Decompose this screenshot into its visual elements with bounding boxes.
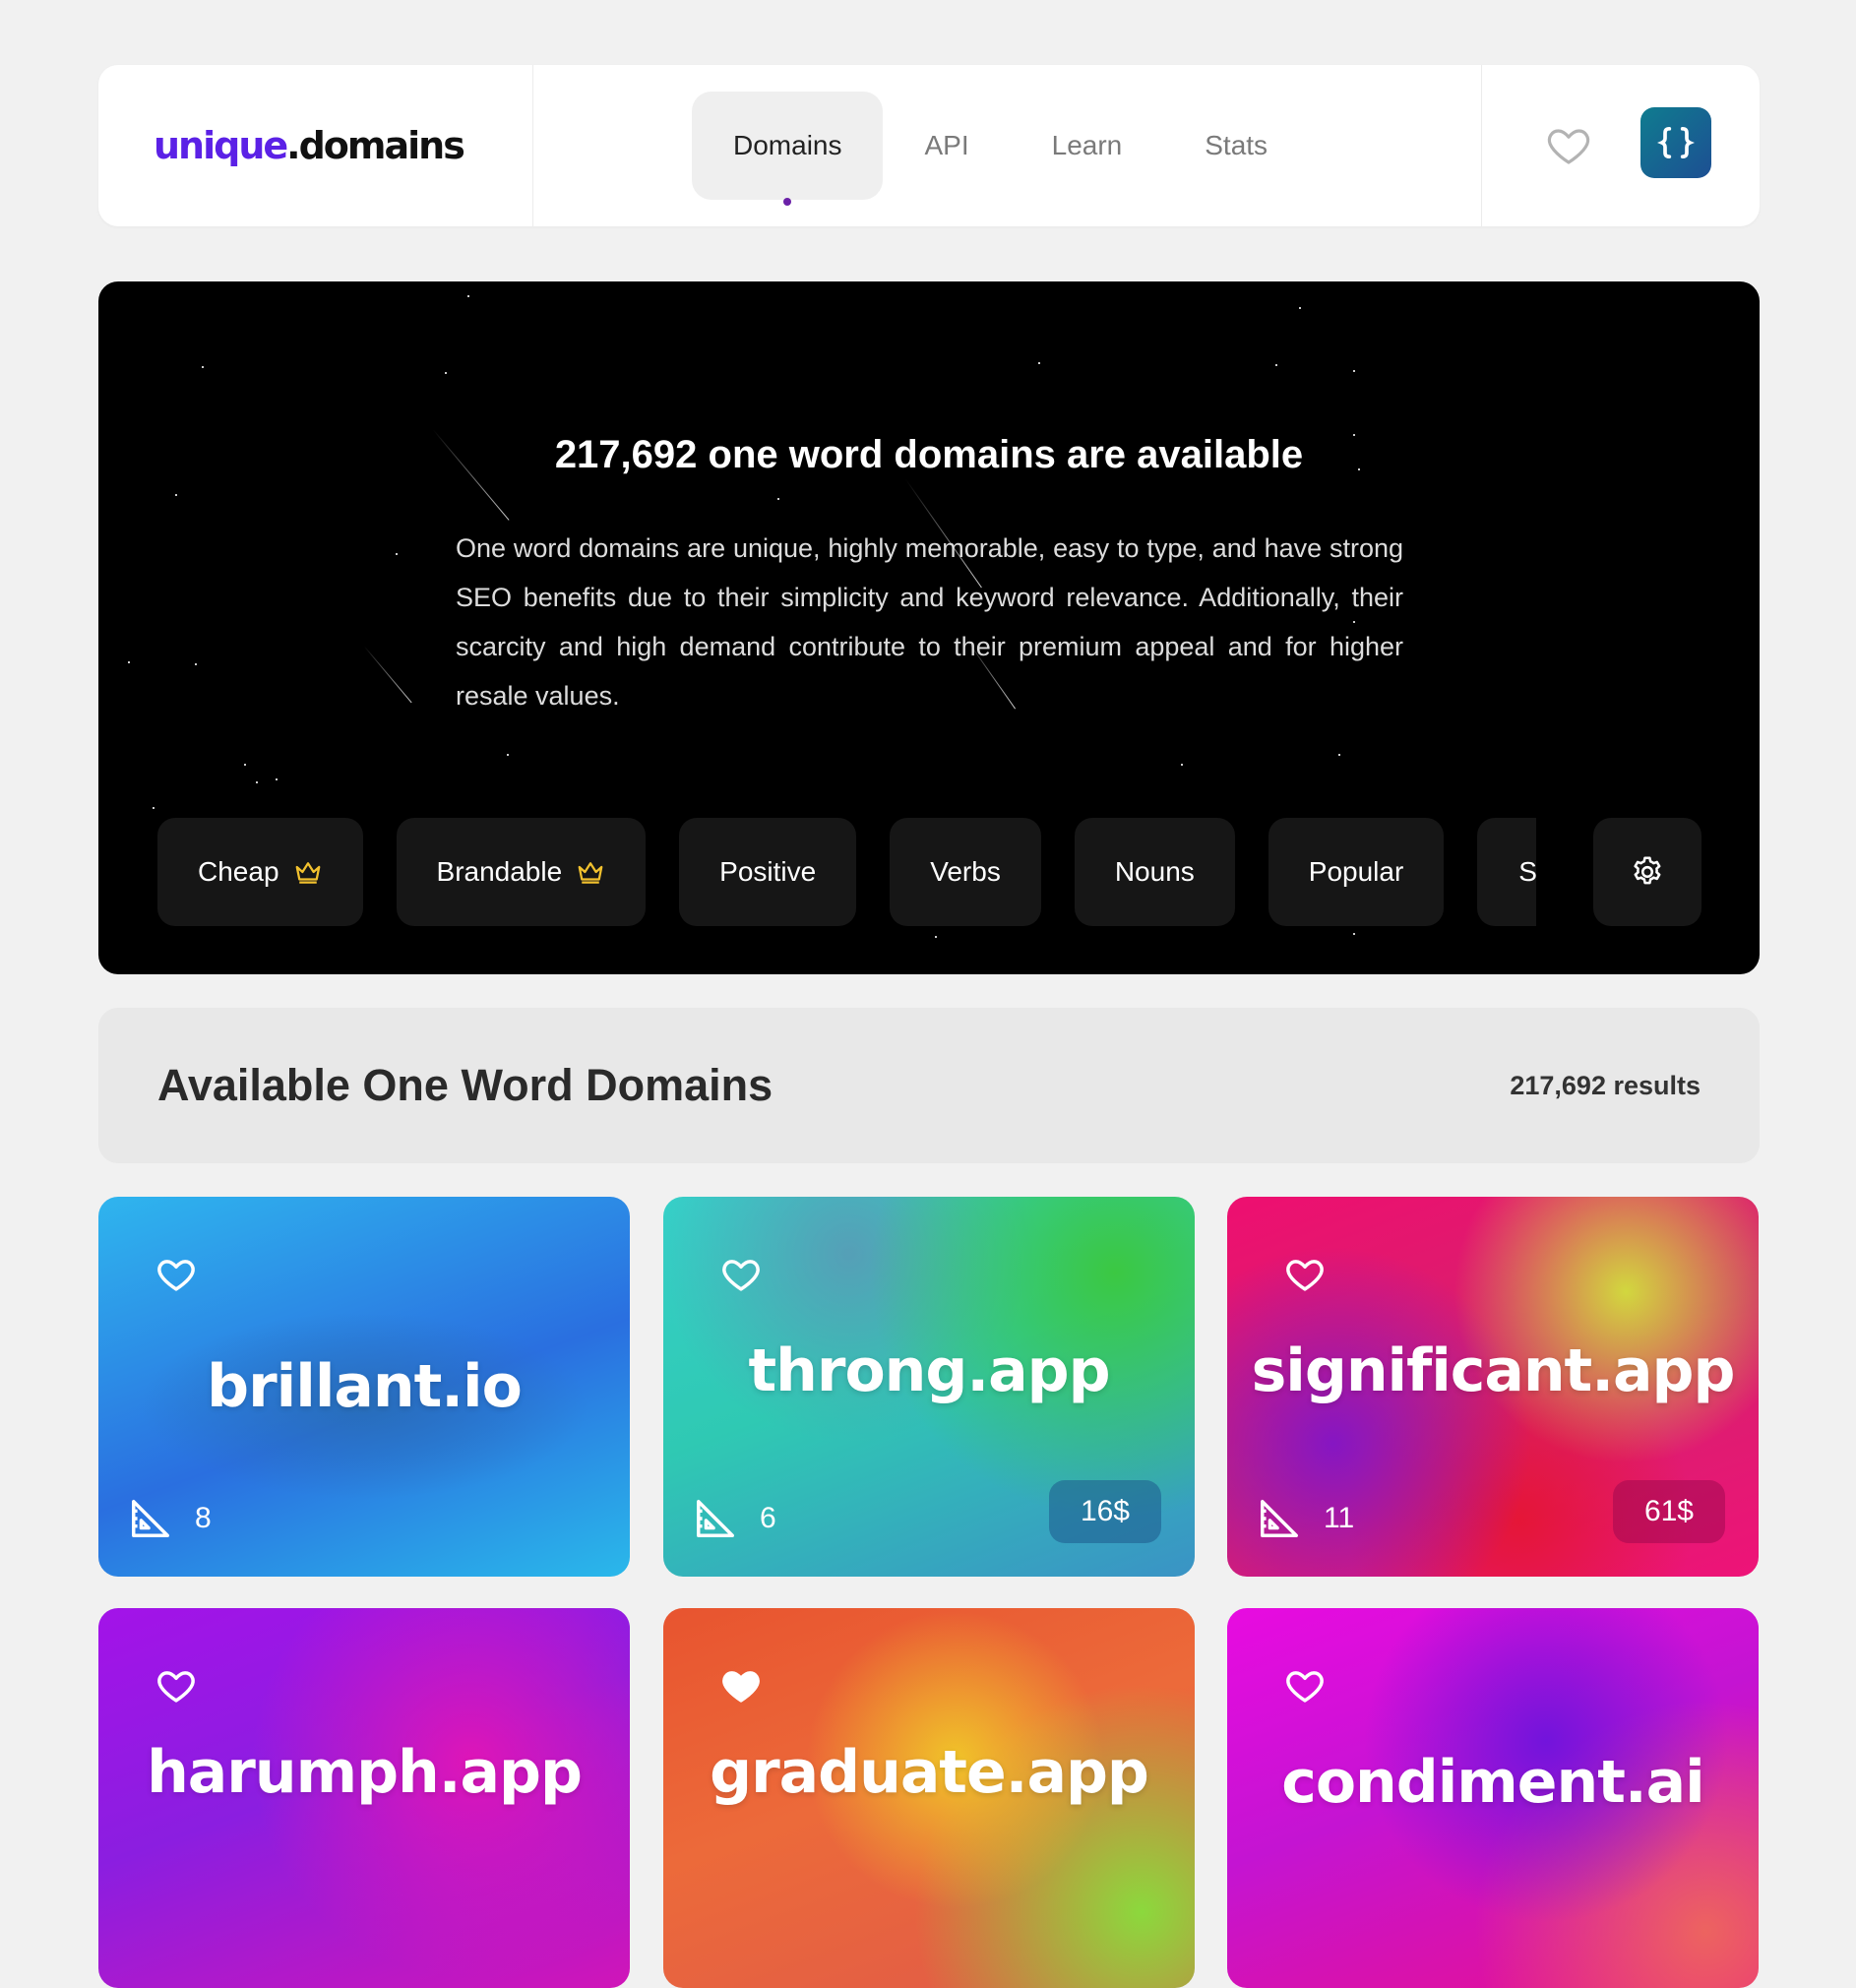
chip-label: Popular xyxy=(1308,856,1404,887)
length-value: 11 xyxy=(1324,1502,1355,1534)
domain-name: harumph.app xyxy=(147,1738,583,1807)
chip-cheap[interactable]: Cheap xyxy=(157,818,363,926)
ruler-triangle-icon xyxy=(697,1500,734,1537)
logo-part-unique: unique xyxy=(154,124,288,167)
logo-part-domains: .domains xyxy=(286,124,465,167)
domain-card[interactable]: throng.app 6 16$ xyxy=(663,1197,1195,1577)
header-divider-left xyxy=(532,65,533,226)
chip-label: S xyxy=(1518,856,1537,887)
domain-length: 8 xyxy=(128,1496,212,1541)
length-value: 6 xyxy=(760,1502,776,1534)
chip-brandable[interactable]: Brandable xyxy=(396,818,647,926)
chip-label: Brandable xyxy=(436,856,563,887)
results-title: Available One Word Domains xyxy=(157,1060,773,1110)
domain-card[interactable]: condiment.ai xyxy=(1227,1608,1759,1988)
domain-card[interactable]: significant.app 11 61$ xyxy=(1227,1197,1759,1577)
favorites-heart-icon[interactable] xyxy=(1545,122,1592,169)
hero-description: One word domains are unique, highly memo… xyxy=(456,533,1403,711)
hero-banner: 217,692 one word domains are available O… xyxy=(98,281,1760,974)
logo[interactable]: unique .domains xyxy=(154,65,465,226)
gear-icon xyxy=(1634,856,1661,885)
api-code-button[interactable] xyxy=(1640,107,1711,178)
nav-learn[interactable]: Learn xyxy=(1011,92,1164,200)
chip-popular[interactable]: Popular xyxy=(1268,818,1445,926)
domain-name: graduate.app xyxy=(710,1738,1149,1807)
hero-title: 217,692 one word domains are available xyxy=(554,433,1304,476)
chip-label: Nouns xyxy=(1114,856,1195,887)
filter-chips: Cheap Brandable Positive Verbs Nouns Pop… xyxy=(157,818,1537,926)
results-count: 217,692 results xyxy=(1510,1070,1701,1100)
nav-api[interactable]: API xyxy=(883,92,1010,200)
chip-verbs[interactable]: Verbs xyxy=(890,818,1041,926)
domain-card[interactable]: brillant.io 8 xyxy=(98,1197,630,1577)
chip-label: Verbs xyxy=(930,856,1001,887)
chip-nouns[interactable]: Nouns xyxy=(1074,818,1235,926)
chip-label: Cheap xyxy=(198,856,279,887)
domain-length: 6 xyxy=(693,1496,776,1541)
chip-positive[interactable]: Positive xyxy=(679,818,857,926)
price-badge: 61$ xyxy=(1612,1480,1725,1543)
domain-card[interactable]: graduate.app xyxy=(663,1608,1195,1988)
header-divider-right xyxy=(1481,65,1482,226)
domain-card[interactable]: harumph.app xyxy=(98,1608,630,1988)
price-badge: 16$ xyxy=(1048,1480,1161,1543)
nav-domains[interactable]: Domains xyxy=(692,92,884,206)
crown-icon xyxy=(295,862,320,884)
filter-settings-button[interactable] xyxy=(1593,818,1701,926)
domain-length: 11 xyxy=(1257,1496,1354,1541)
chip-label: Positive xyxy=(719,856,817,887)
crown-icon xyxy=(578,862,603,884)
chip-truncated[interactable]: S xyxy=(1477,818,1537,926)
curly-braces-icon xyxy=(1657,127,1695,159)
ruler-triangle-icon xyxy=(1261,1500,1298,1537)
results-header: Available One Word Domains 217,692 resul… xyxy=(98,1008,1760,1163)
ruler-triangle-icon xyxy=(132,1500,169,1537)
length-value: 8 xyxy=(195,1502,212,1534)
nav-stats[interactable]: Stats xyxy=(1163,92,1309,200)
top-navbar: unique .domains Domains API Learn Stats xyxy=(98,65,1760,226)
main-nav: Domains API Learn Stats xyxy=(692,92,1309,206)
domain-name: condiment.ai xyxy=(1281,1748,1704,1817)
